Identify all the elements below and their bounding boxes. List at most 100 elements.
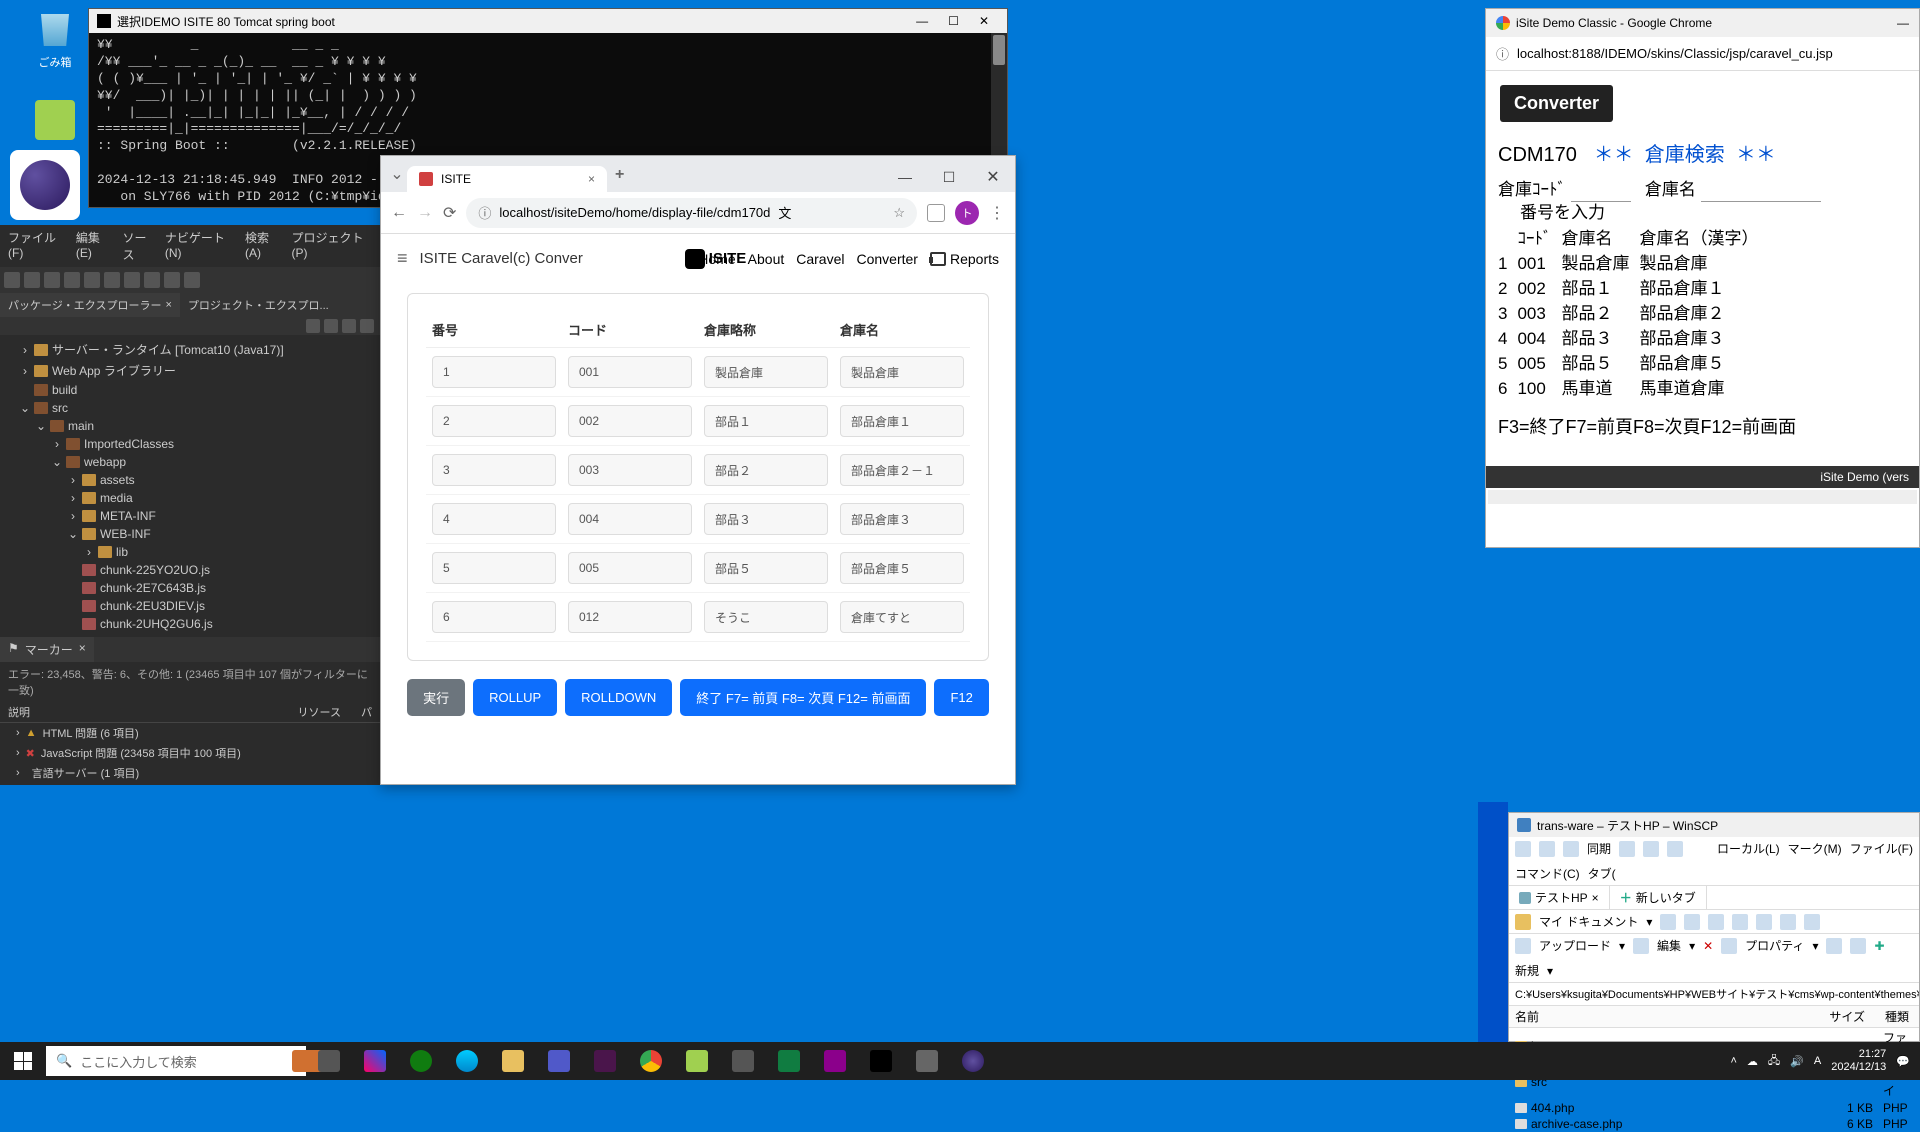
cell-input[interactable] — [704, 601, 828, 633]
session-tab[interactable]: テストHP× — [1509, 886, 1610, 909]
browser-tab[interactable]: ISITE × — [407, 166, 607, 192]
tab-markers[interactable]: ⚑マーカー× — [0, 637, 94, 662]
close-icon[interactable]: × — [165, 299, 171, 311]
converter-button[interactable]: Converter — [1500, 85, 1613, 122]
menu-file[interactable]: ファイル(F) — [1850, 840, 1913, 857]
taskbar-search[interactable]: 🔍 ここに入力して検索 — [46, 1046, 306, 1076]
tree-file[interactable]: chunk-2EU3DIEV.js — [100, 599, 205, 613]
site-info-icon[interactable]: ⓘ — [478, 203, 491, 222]
maximize-button[interactable]: ☐ — [948, 14, 959, 28]
cell-input[interactable] — [840, 405, 964, 437]
nav-caravel[interactable]: Caravel — [796, 251, 844, 267]
cell-input[interactable] — [704, 405, 828, 437]
cell-input[interactable] — [568, 552, 692, 584]
tree-assets[interactable]: assets — [100, 473, 135, 487]
classic-titlebar[interactable]: iSite Demo Classic - Google Chrome — — [1486, 9, 1919, 37]
cell-input[interactable] — [840, 552, 964, 584]
npp-button[interactable] — [674, 1042, 720, 1080]
cell-input[interactable] — [704, 356, 828, 388]
profile-avatar[interactable]: ト — [955, 201, 979, 225]
terminal-titlebar[interactable]: 選択IDEMO ISITE 80 Tomcat spring boot — ☐ … — [89, 9, 1007, 33]
cell-input[interactable] — [432, 405, 556, 437]
cell-input[interactable] — [432, 552, 556, 584]
folder-select[interactable]: マイ ドキュメント — [1539, 913, 1638, 930]
cell-input[interactable] — [840, 454, 964, 486]
winscp-toolbar[interactable]: 同期 ローカル(L) マーク(M) ファイル(F) コマンド(C) タブ( — [1509, 837, 1919, 886]
tree-webapp-lib[interactable]: Web App ライブラリー — [52, 362, 176, 379]
col-description[interactable]: 説明 — [8, 704, 298, 720]
list-item[interactable]: archive-case.php6 KBPHP — [1509, 1116, 1919, 1132]
cell-input[interactable] — [432, 454, 556, 486]
cell-input[interactable] — [432, 503, 556, 535]
tree-file[interactable]: chunk-2UHQ2GU6.js — [100, 617, 213, 631]
winscp-file-toolbar[interactable]: アップロード▾ 編集▾ ✕ プロパティ▾ ✚新規▾ — [1509, 934, 1919, 983]
col-resource[interactable]: リソース — [298, 704, 341, 720]
code-input[interactable] — [1571, 184, 1631, 202]
package-tree[interactable]: ›サーバー・ランタイム [Tomcat10 (Java17)] ›Web App… — [0, 335, 380, 637]
cell-input[interactable] — [840, 356, 964, 388]
col-path[interactable]: パ — [361, 704, 372, 720]
cell-input[interactable] — [568, 454, 692, 486]
keepass-button[interactable] — [720, 1042, 766, 1080]
winscp-session-tabs[interactable]: テストHP× ＋新しいタブ — [1509, 886, 1919, 910]
cell-input[interactable] — [432, 356, 556, 388]
minimize-button[interactable]: — — [916, 14, 928, 28]
eclipse-button[interactable] — [950, 1042, 996, 1080]
marker-row[interactable]: 言語サーバー (1 項目) — [32, 765, 139, 781]
volume-icon[interactable]: 🔊 — [1790, 1055, 1804, 1068]
excel-button[interactable] — [766, 1042, 812, 1080]
winscp-columns[interactable]: 名前サイズ種類 — [1509, 1006, 1919, 1028]
nav-converter[interactable]: Converter — [857, 251, 918, 267]
extensions-icon[interactable] — [927, 204, 945, 222]
nav-about[interactable]: About — [748, 251, 785, 267]
marker-row[interactable]: JavaScript 問題 (23458 項目中 100 項目) — [41, 745, 241, 761]
tab-project-explorer[interactable]: プロジェクト・エクスプロ... — [180, 293, 337, 317]
upload-button[interactable]: アップロード — [1539, 937, 1611, 954]
tree-src[interactable]: src — [52, 401, 68, 415]
edge-button[interactable] — [444, 1042, 490, 1080]
menu-mark[interactable]: マーク(M) — [1788, 840, 1842, 857]
site-info-icon[interactable]: ⓘ — [1496, 44, 1509, 63]
app2-button[interactable] — [904, 1042, 950, 1080]
back-button[interactable]: ← — [391, 204, 407, 222]
nav-home[interactable]: Home — [698, 251, 735, 267]
menu-project[interactable]: プロジェクト(P) — [292, 229, 372, 263]
f12-button[interactable]: F12 — [934, 679, 988, 716]
explorer-button[interactable] — [490, 1042, 536, 1080]
classic-addressbar[interactable]: ⓘ localhost:8188/IDEMO/skins/Classic/jsp… — [1486, 37, 1919, 71]
cmd-button[interactable] — [858, 1042, 904, 1080]
notepad-plus-icon[interactable] — [20, 100, 90, 144]
eclipse-toolbar[interactable] — [0, 267, 380, 293]
menu-edit[interactable]: 編集(E) — [76, 229, 113, 263]
eclipse-menubar[interactable]: ファイル(F) 編集(E) ソース ナビゲート(N) 検索(A) プロジェクト(… — [0, 225, 380, 267]
cell-input[interactable] — [568, 356, 692, 388]
copilot-button[interactable] — [352, 1042, 398, 1080]
new-tab-button[interactable]: + — [607, 158, 632, 192]
bookmark-icon[interactable]: ☆ — [893, 205, 905, 221]
close-tab-icon[interactable]: × — [588, 172, 595, 186]
rollup-button[interactable]: ROLLUP — [473, 679, 557, 716]
app-button[interactable] — [812, 1042, 858, 1080]
menu-file[interactable]: ファイル(F) — [8, 229, 66, 263]
tree-file[interactable]: chunk-225YO2UO.js — [100, 563, 210, 577]
slack-button[interactable] — [582, 1042, 628, 1080]
ime-indicator[interactable]: A — [1814, 1055, 1821, 1067]
system-tray[interactable]: ˄ ☁ 🖧 🔊 A 21:27 2024/12/13 💬 — [1720, 1048, 1920, 1074]
cell-input[interactable] — [568, 405, 692, 437]
hamburger-icon[interactable]: ≡ — [397, 248, 408, 269]
tree-server[interactable]: サーバー・ランタイム [Tomcat10 (Java17)] — [52, 341, 284, 358]
reload-button[interactable]: ⟳ — [443, 203, 456, 223]
cell-input[interactable] — [840, 503, 964, 535]
tab-package-explorer[interactable]: パッケージ・エクスプローラー× — [0, 293, 180, 317]
minimize-button[interactable]: — — [1897, 16, 1909, 30]
explorer-toolbar[interactable] — [0, 317, 380, 335]
close-button[interactable]: ✕ — [971, 162, 1015, 192]
edit-button[interactable]: 編集 — [1657, 937, 1681, 954]
cell-input[interactable] — [568, 503, 692, 535]
cell-input[interactable] — [704, 503, 828, 535]
notification-icon[interactable]: 💬 — [1896, 1055, 1910, 1068]
close-icon[interactable]: × — [1592, 891, 1599, 905]
cell-input[interactable] — [704, 454, 828, 486]
props-button[interactable]: プロパティ — [1745, 937, 1804, 954]
start-button[interactable] — [0, 1042, 46, 1080]
